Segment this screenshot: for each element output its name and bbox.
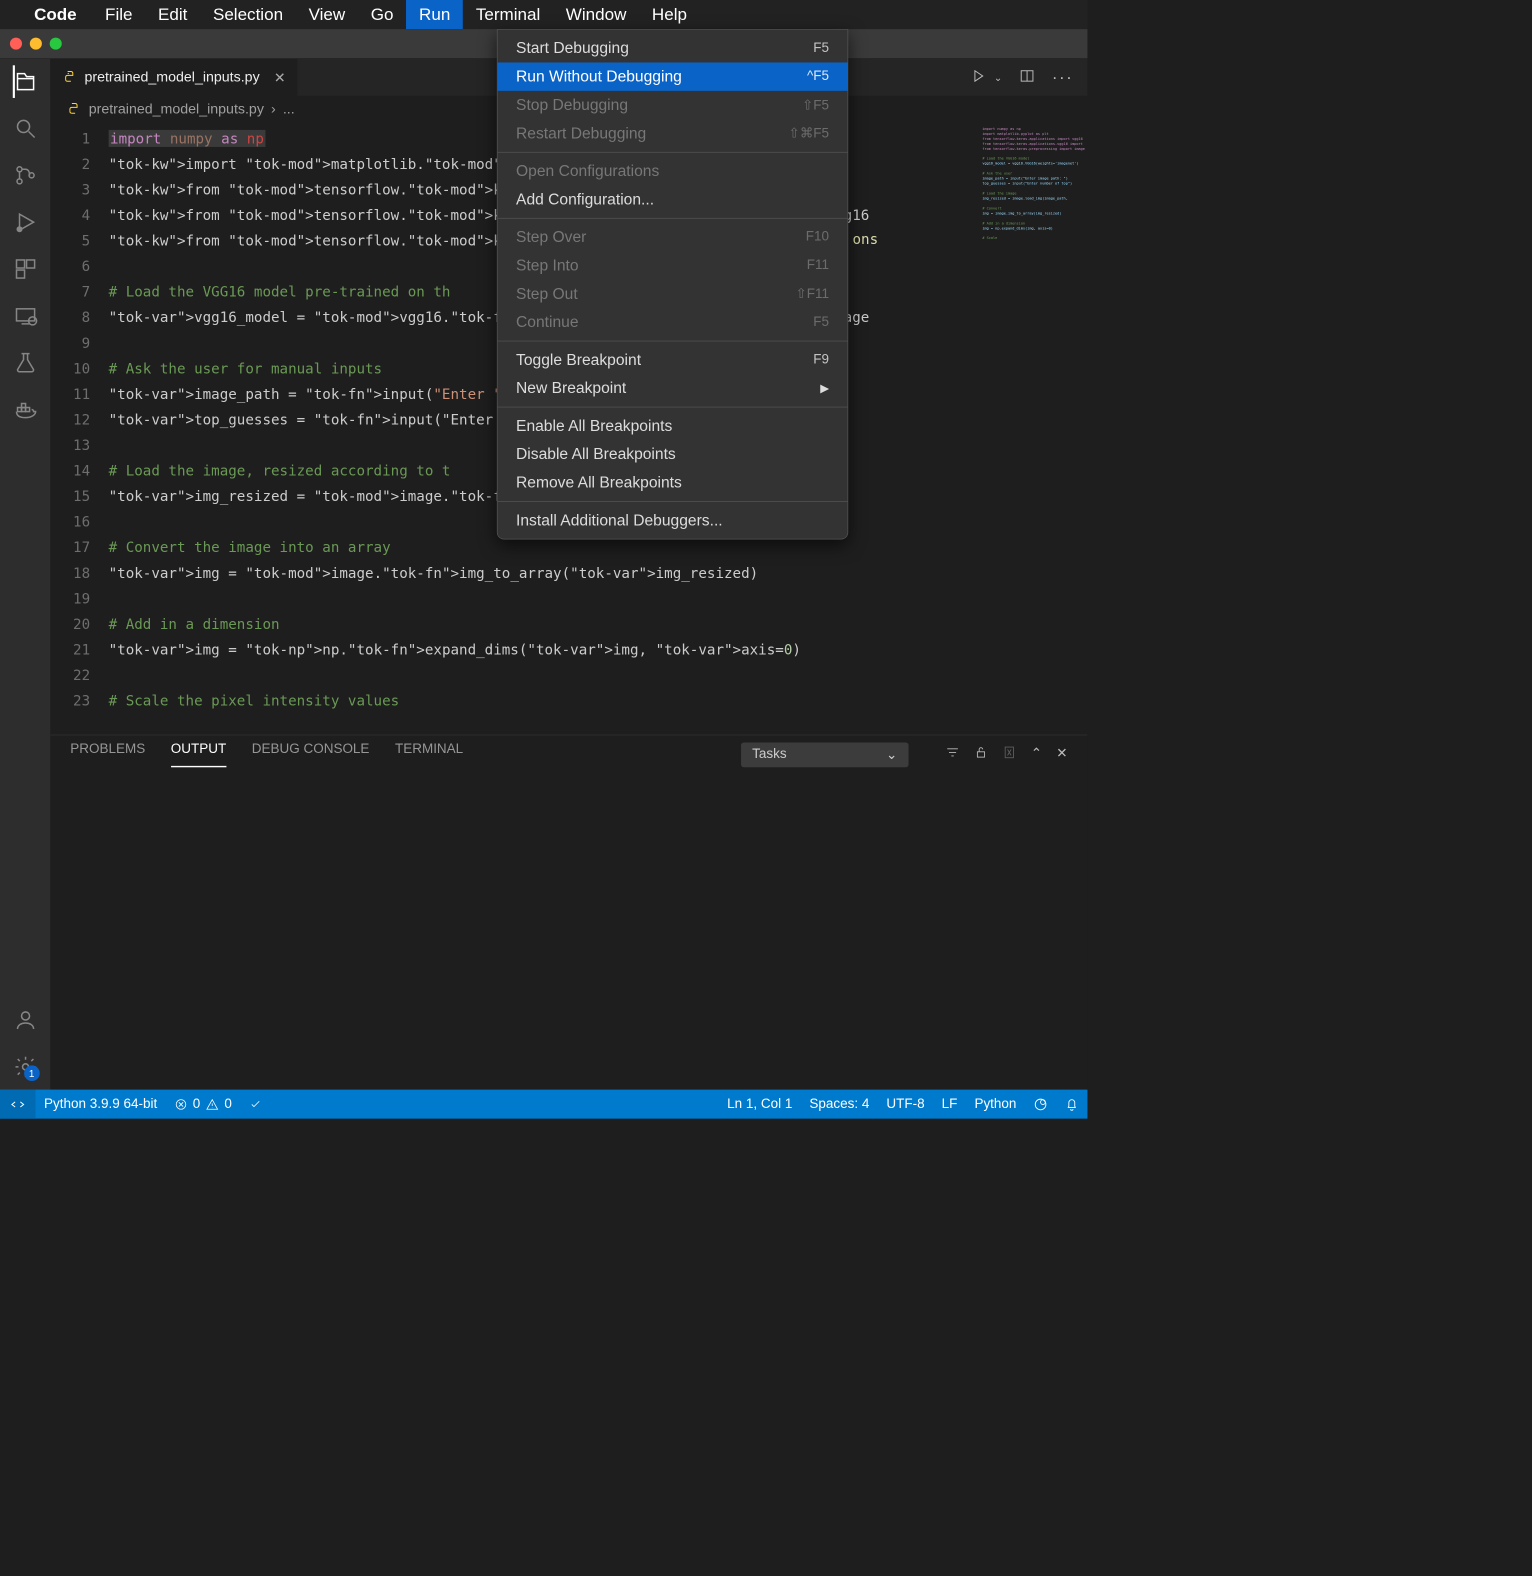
app-name[interactable]: Code [34,5,77,25]
testing-icon[interactable] [12,350,38,376]
tab-debug-console[interactable]: DEBUG CONSOLE [252,742,370,768]
tab-pretrained-model-inputs[interactable]: pretrained_model_inputs.py ✕ [50,59,297,96]
account-icon[interactable] [12,1007,38,1033]
menu-item-step-into: Step IntoF11 [498,251,848,279]
menu-item-start-debugging[interactable]: Start DebuggingF5 [498,34,848,62]
docker-icon[interactable] [12,397,38,423]
chevron-right-icon: › [271,101,276,117]
status-indent[interactable]: Spaces: 4 [801,1090,878,1119]
menu-selection[interactable]: Selection [200,0,296,29]
menu-item-install-additional-debuggers-[interactable]: Install Additional Debuggers... [498,506,848,534]
status-python[interactable]: Python 3.9.9 64-bit [35,1090,165,1119]
chevron-down-icon[interactable]: ⌄ [994,71,1002,83]
status-problems[interactable]: 0 0 [166,1090,241,1119]
lock-icon[interactable] [974,745,988,763]
breadcrumb-file[interactable]: pretrained_model_inputs.py [89,101,264,117]
tab-output[interactable]: OUTPUT [171,742,226,768]
tab-label: pretrained_model_inputs.py [84,69,259,85]
menu-terminal[interactable]: Terminal [463,0,553,29]
code-fragment: ons [852,231,878,248]
extensions-icon[interactable] [12,256,38,282]
panel-tabs: PROBLEMS OUTPUT DEBUG CONSOLE TERMINAL T… [50,735,1087,773]
menu-item-add-configuration-[interactable]: Add Configuration... [498,185,848,213]
maximize-icon[interactable] [50,38,62,50]
clear-icon[interactable] [1002,745,1016,763]
menu-item-open-configurations: Open Configurations [498,157,848,185]
close-icon[interactable] [10,38,22,50]
status-encoding[interactable]: UTF-8 [878,1090,933,1119]
menu-item-new-breakpoint[interactable]: New Breakpoint▶ [498,374,848,402]
error-count: 0 [193,1096,201,1112]
status-language[interactable]: Python [966,1090,1025,1119]
menu-help[interactable]: Help [639,0,700,29]
chevron-down-icon: ⌄ [886,746,897,762]
explorer-icon[interactable] [12,69,38,95]
menu-view[interactable]: View [296,0,358,29]
python-icon [66,102,82,118]
tab-problems[interactable]: PROBLEMS [70,742,145,768]
status-feedback-icon[interactable] [1025,1090,1056,1119]
menu-item-stop-debugging: Stop Debugging⇧F5 [498,91,848,119]
status-cursor-pos[interactable]: Ln 1, Col 1 [719,1090,801,1119]
menu-item-restart-debugging: Restart Debugging⇧⌘F5 [498,119,848,147]
tab-terminal[interactable]: TERMINAL [395,742,463,768]
source-control-icon[interactable] [12,163,38,189]
remote-explorer-icon[interactable] [12,303,38,329]
close-panel-icon[interactable]: ✕ [1056,745,1067,763]
menu-item-continue: ContinueF5 [498,308,848,336]
gutter: 1234567891011121314151617181920212223 [50,123,108,735]
settings-badge: 1 [24,1065,40,1081]
breadcrumb-rest[interactable]: ... [283,101,295,117]
traffic-lights [10,38,62,50]
run-debug-icon[interactable] [12,209,38,235]
macos-menubar: Code File Edit Selection View Go Run Ter… [0,0,1087,29]
filter-icon[interactable] [946,745,960,763]
warning-count: 0 [224,1096,232,1112]
run-menu-dropdown: Start DebuggingF5Run Without Debugging^F… [497,29,848,539]
split-editor-icon[interactable] [1019,68,1035,87]
status-kernel[interactable] [240,1090,270,1119]
editor-actions: ⌄ ··· [971,59,1087,96]
menu-item-remove-all-breakpoints[interactable]: Remove All Breakpoints [498,468,848,496]
menu-item-step-out: Step Out⇧F11 [498,280,848,308]
settings-icon[interactable]: 1 [12,1054,38,1080]
menu-run[interactable]: Run [406,0,463,29]
menu-edit[interactable]: Edit [145,0,200,29]
minimap[interactable]: import numpy as npimport matplotlib.pypl… [974,123,1088,308]
menu-go[interactable]: Go [358,0,406,29]
output-channel-select[interactable]: Tasks ⌄ [741,742,909,767]
menu-file[interactable]: File [92,0,145,29]
status-bell-icon[interactable] [1056,1090,1087,1119]
menu-item-run-without-debugging[interactable]: Run Without Debugging^F5 [498,62,848,90]
tab-close-icon[interactable]: ✕ [274,68,286,86]
chevron-up-icon[interactable]: ⌃ [1031,745,1042,763]
minimize-icon[interactable] [30,38,42,50]
menu-item-enable-all-breakpoints[interactable]: Enable All Breakpoints [498,412,848,440]
menu-item-step-over: Step OverF10 [498,223,848,251]
menu-item-toggle-breakpoint[interactable]: Toggle BreakpointF9 [498,346,848,374]
more-actions-icon[interactable]: ··· [1052,67,1073,87]
activity-bar: 1 [0,59,50,1090]
run-file-icon[interactable] [971,68,987,87]
menu-item-disable-all-breakpoints[interactable]: Disable All Breakpoints [498,440,848,468]
python-icon [62,70,78,86]
output-channel-label: Tasks [752,747,786,763]
status-eol[interactable]: LF [933,1090,966,1119]
bottom-panel: PROBLEMS OUTPUT DEBUG CONSOLE TERMINAL T… [50,735,1087,1090]
remote-indicator[interactable] [0,1090,35,1119]
menu-window[interactable]: Window [553,0,639,29]
status-bar: Python 3.9.9 64-bit 0 0 Ln 1, Col 1 Spac… [0,1090,1087,1119]
search-icon[interactable] [12,116,38,142]
